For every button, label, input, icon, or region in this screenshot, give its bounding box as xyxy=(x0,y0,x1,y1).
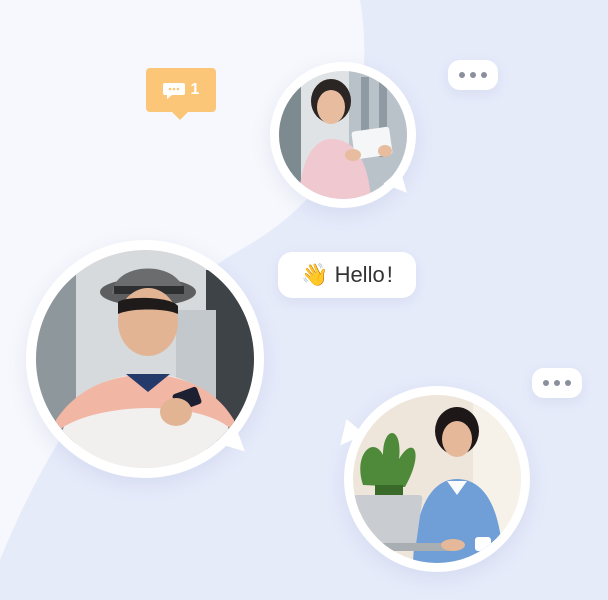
waving-hand-icon: 👋 xyxy=(301,262,329,287)
avatar-man-with-phone[interactable] xyxy=(26,240,264,478)
message-notification-badge[interactable]: 1 xyxy=(146,68,216,120)
dot-icon xyxy=(459,72,465,78)
dot-icon xyxy=(543,380,549,386)
dot-icon xyxy=(554,380,560,386)
dot-icon xyxy=(470,72,476,78)
avatar-woman-with-laptop[interactable] xyxy=(331,386,530,572)
chat-bubble-icon xyxy=(162,83,185,99)
dot-icon xyxy=(481,72,487,78)
avatar-woman-with-tablet[interactable] xyxy=(270,62,416,208)
typing-indicator xyxy=(532,368,582,398)
typing-indicator xyxy=(448,60,498,90)
hello-punctuation: ! xyxy=(386,262,393,287)
man-with-phone-photo xyxy=(36,250,254,468)
message-count: 1 xyxy=(190,81,200,98)
hello-text: Hello xyxy=(334,262,385,287)
hello-message-bubble: 👋 Hello! xyxy=(278,252,416,298)
woman-with-laptop-photo xyxy=(353,395,521,563)
dot-icon xyxy=(565,380,571,386)
